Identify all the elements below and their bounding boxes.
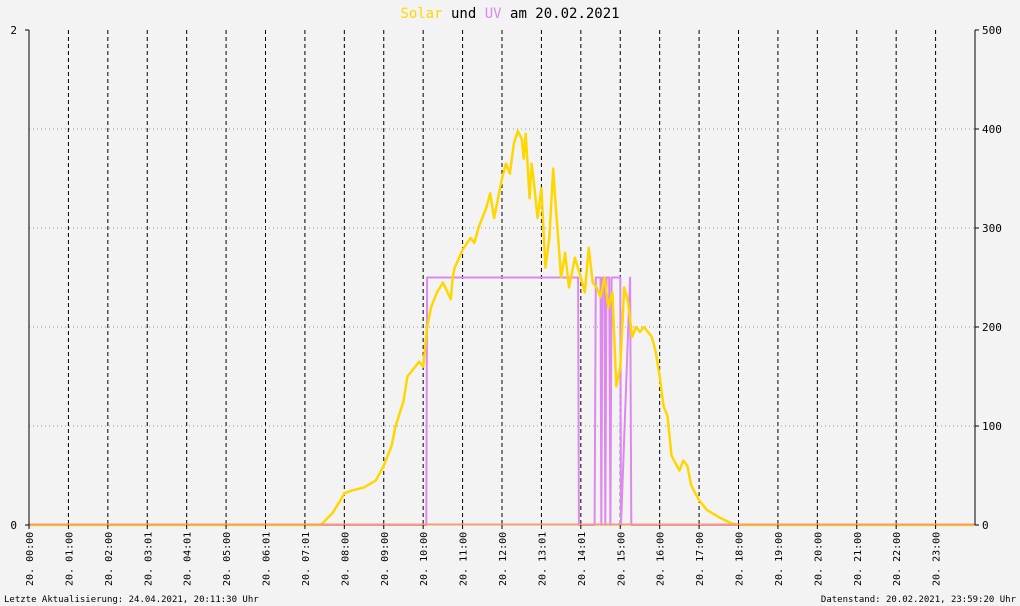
footer-last-update: Letzte Aktualisierung: 24.04.2021, 20:11… — [4, 595, 259, 605]
x-tick-label: 20. 04:01 — [183, 532, 194, 586]
x-tick-label: 20. 02:00 — [104, 532, 115, 586]
x-tick-label: 20. 21:00 — [853, 532, 864, 586]
x-axis-ticks: 20. 00:00 20. 01:00 20. 02:00 20. 03:01 20. … — [25, 525, 943, 586]
x-tick-label: 20. 23:00 — [932, 532, 943, 586]
x-tick-label: 20. 15:00 — [616, 532, 627, 586]
title-solar: Solar — [400, 6, 442, 22]
x-tick-label: 20. 16:00 — [656, 532, 667, 586]
x-tick-label: 20. 01:00 — [64, 532, 75, 586]
title-und: und — [451, 6, 476, 22]
x-tick-label: 20. 18:00 — [735, 532, 746, 586]
x-tick-label: 20. 11:00 — [459, 532, 470, 586]
x-tick-label: 20. 19:00 — [774, 532, 785, 586]
chart-window: Solar und UV am 20.02.2021 02 0 100 200 300… — [0, 0, 1020, 606]
x-tick-label: 20. 20:00 — [813, 532, 824, 586]
footer-data-status: Datenstand: 20.02.2021, 23:59:20 Uhr — [821, 595, 1017, 605]
x-tick-label: 20. 12:00 — [498, 532, 509, 586]
chart-title: Solar und UV am 20.02.2021 — [400, 6, 619, 22]
solar-uv-chart: Solar und UV am 20.02.2021 02 0100200300… — [4, 6, 1017, 605]
x-tick-label: 20. 05:00 — [222, 532, 233, 586]
x-tick-label: 20. 08:00 — [340, 532, 351, 586]
x-tick-label: 20. 13:01 — [537, 532, 548, 586]
left-tick-label: 2 — [10, 24, 17, 37]
left-tick-label: 0 — [10, 519, 17, 532]
right-tick-label: 300 — [982, 222, 1002, 235]
x-tick-label: 20. 06:01 — [262, 532, 273, 586]
right-tick-label: 200 — [982, 321, 1002, 334]
x-tick-label: 20. 09:00 — [380, 532, 391, 586]
right-tick-label: 500 — [982, 24, 1002, 37]
title-date: am 20.02.2021 — [510, 6, 620, 22]
x-tick-label: 20. 03:01 — [143, 532, 154, 586]
right-tick-label: 400 — [982, 123, 1002, 136]
x-tick-label: 20. 10:00 — [419, 532, 430, 586]
title-uv: UV — [485, 6, 502, 22]
left-axis-ticks: 02 — [10, 24, 29, 532]
x-tick-label: 20. 17:00 — [695, 532, 706, 586]
x-tick-label: 20. 22:00 — [892, 532, 903, 586]
right-tick-label: 100 — [982, 420, 1002, 433]
right-tick-label: 0 — [982, 519, 989, 532]
x-tick-label: 20. 14:01 — [577, 532, 588, 586]
x-tick-label: 20. 07:01 — [301, 532, 312, 586]
right-axis-ticks: 0 100 200 300 400 500 — [975, 24, 1002, 532]
x-tick-label: 20. 00:00 — [25, 532, 36, 586]
